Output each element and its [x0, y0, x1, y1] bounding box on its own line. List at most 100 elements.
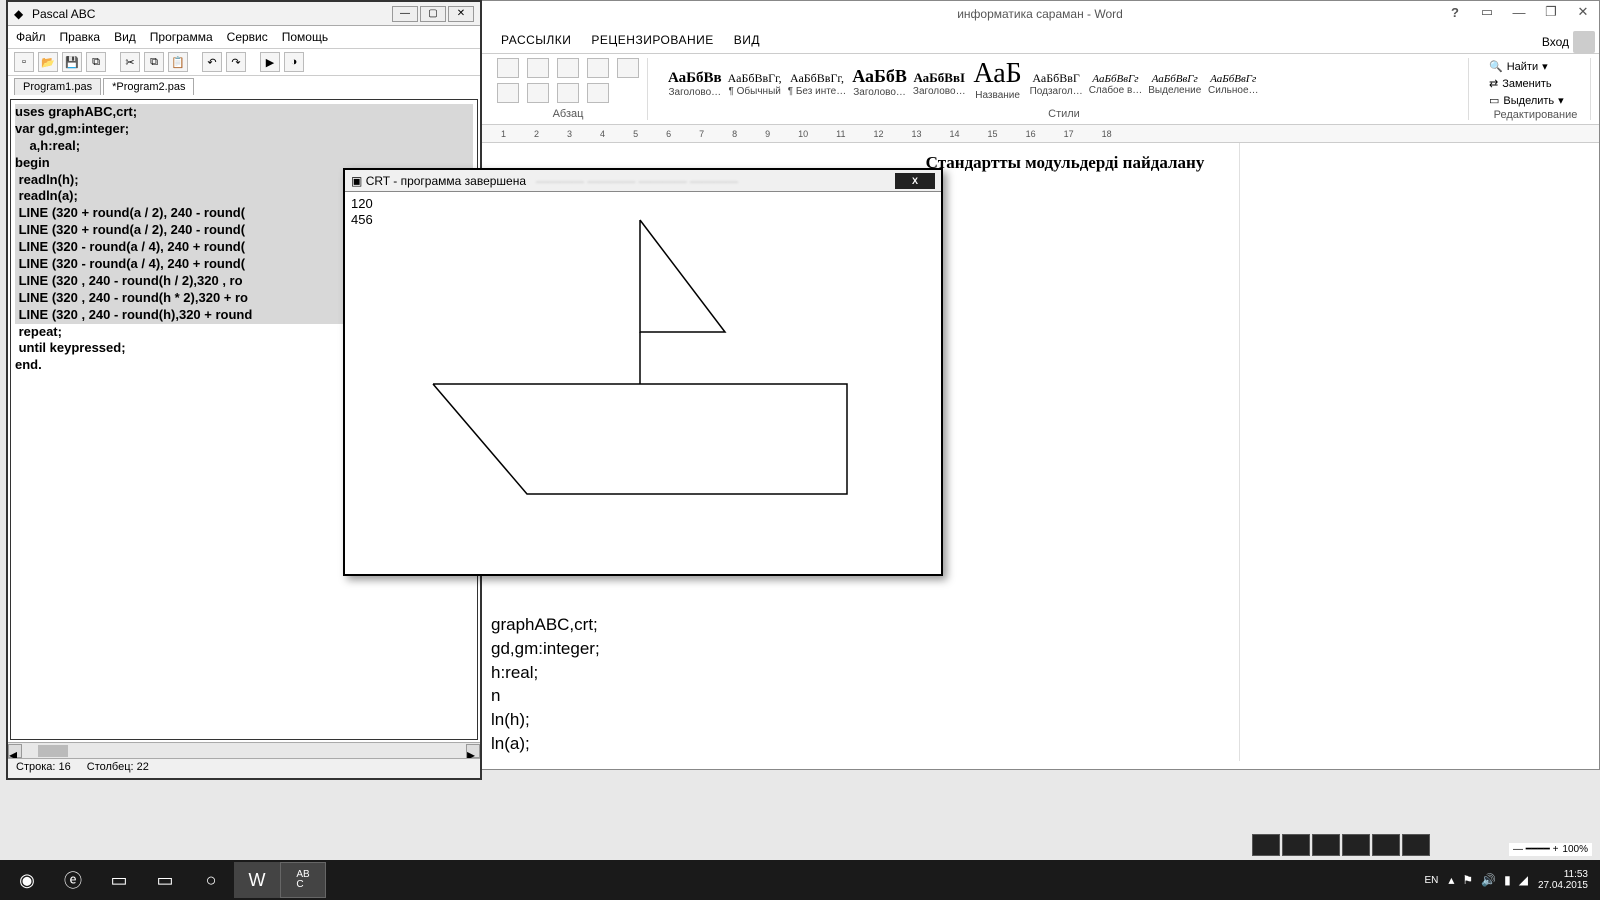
show-marks-icon[interactable] — [617, 58, 639, 78]
menu-item[interactable]: Файл — [16, 30, 46, 44]
horizontal-scrollbar[interactable]: ◂ ▸ — [8, 742, 480, 758]
file-tab-2[interactable]: *Program2.pas — [103, 78, 194, 95]
menu-item[interactable]: Вид — [114, 30, 136, 44]
file-tab-1[interactable]: Program1.pas — [14, 78, 101, 95]
find-button[interactable]: 🔍 Найти ▾ — [1489, 58, 1582, 75]
paragraph-group: Абзац — [489, 58, 648, 120]
style-option[interactable]: АаБбВвГгСлабое в… — [1089, 73, 1143, 96]
word-title: информатика сараман - Word — [957, 7, 1123, 21]
style-option[interactable]: АаБбВвГПодзагол… — [1030, 71, 1083, 97]
taskbar-thumbnails[interactable] — [1252, 834, 1430, 856]
redo-icon[interactable]: ↷ — [226, 52, 246, 72]
close-button[interactable]: X — [895, 173, 935, 189]
thumb-2[interactable] — [1282, 834, 1310, 856]
bullets-icon[interactable] — [497, 58, 519, 78]
minimize-icon[interactable]: — — [1507, 3, 1531, 21]
scroll-left-icon[interactable]: ◂ — [8, 744, 22, 758]
style-option[interactable]: АаБбВвГг,¶ Без инте… — [788, 71, 847, 97]
editing-group: 🔍 Найти ▾ ⇄ Заменить ▭ Выделить ▾ Редакт… — [1481, 58, 1591, 120]
explorer-icon[interactable]: ▭ — [96, 862, 142, 898]
cut-icon[interactable]: ✂ — [120, 52, 140, 72]
crt-app-icon: ▣ — [351, 174, 362, 188]
ruler[interactable]: 123456789101112131415161718 — [481, 125, 1599, 143]
tab-view[interactable]: ВИД — [734, 33, 760, 47]
pascal-title: Pascal ABC — [32, 7, 95, 21]
thumb-6[interactable] — [1402, 834, 1430, 856]
zoom-control[interactable]: — ━━━━ + 100% — [1509, 843, 1592, 856]
select-button[interactable]: ▭ Выделить ▾ — [1489, 92, 1582, 109]
action-center-icon[interactable]: ⚑ — [1462, 873, 1473, 887]
thumb-1[interactable] — [1252, 834, 1280, 856]
network-icon[interactable]: ▮ — [1504, 873, 1511, 887]
menu-item[interactable]: Сервис — [227, 30, 268, 44]
ribbon-display-icon[interactable]: ▭ — [1475, 3, 1499, 21]
tab-mailings[interactable]: РАССЫЛКИ — [501, 33, 571, 47]
word-login[interactable]: Вход — [1542, 31, 1595, 53]
thumb-5[interactable] — [1372, 834, 1400, 856]
maximize-icon[interactable]: ▢ — [420, 6, 446, 22]
paste-icon[interactable]: 📋 — [168, 52, 188, 72]
pascal-file-tabs: Program1.pas *Program2.pas — [8, 76, 480, 97]
style-option[interactable]: АаБбВвГгВыделение — [1148, 73, 1201, 96]
pascal-menu: Файл Правка Вид Программа Сервис Помощь — [8, 26, 480, 49]
copy-icon[interactable]: ⧉ — [144, 52, 164, 72]
avatar-icon — [1573, 31, 1595, 53]
volume-icon[interactable]: 🔊 — [1481, 873, 1496, 887]
scroll-right-icon[interactable]: ▸ — [466, 744, 480, 758]
scroll-thumb[interactable] — [38, 745, 68, 757]
tray-up-icon[interactable]: ▴ — [1448, 873, 1454, 887]
style-option[interactable]: АаБбВвIЗаголово… — [913, 70, 966, 97]
status-line: Строка: 16 — [16, 761, 71, 776]
word-taskbar-icon[interactable]: W — [234, 862, 280, 898]
thumb-3[interactable] — [1312, 834, 1340, 856]
styles-group: АаБбВвЗаголово…АаБбВвГг,¶ ОбычныйАаБбВвГ… — [660, 58, 1469, 120]
app-icon[interactable]: ○ — [188, 862, 234, 898]
word-ribbon-tabs: РАССЫЛКИ РЕЦЕНЗИРОВАНИЕ ВИД — [481, 27, 1599, 53]
run-icon[interactable]: ▶ — [260, 52, 280, 72]
pascal-titlebar[interactable]: ◆ Pascal ABC — ▢ ✕ — [8, 2, 480, 26]
replace-button[interactable]: ⇄ Заменить — [1489, 75, 1582, 92]
clock[interactable]: 11:53 27.04.2015 — [1538, 869, 1588, 891]
pascal-app-icon: ◆ — [14, 7, 28, 21]
crt-titlebar[interactable]: ▣ CRT - программа завершена ———— ———— ——… — [345, 170, 941, 192]
borders-icon[interactable] — [587, 83, 609, 103]
indent-right-icon[interactable] — [557, 58, 579, 78]
style-option[interactable]: АаБбВЗаголово… — [852, 66, 907, 98]
stop-icon[interactable]: ◑ — [284, 52, 304, 72]
indent-left-icon[interactable] — [527, 58, 549, 78]
ie-icon[interactable]: ⓔ — [50, 862, 96, 898]
ship-drawing — [345, 192, 941, 576]
crt-title: CRT - программа завершена — [366, 174, 526, 188]
thumb-4[interactable] — [1342, 834, 1370, 856]
close-icon[interactable]: ✕ — [448, 6, 474, 22]
pascal-taskbar-icon[interactable]: ABC — [280, 862, 326, 898]
line-spacing-icon[interactable] — [527, 83, 549, 103]
save-all-icon[interactable]: ⧉ — [86, 52, 106, 72]
close-icon[interactable]: ✕ — [1571, 3, 1595, 21]
crt-window: ▣ CRT - программа завершена ———— ———— ——… — [343, 168, 943, 576]
open-file-icon[interactable]: 📂 — [38, 52, 58, 72]
style-option[interactable]: АаБбВвГг,¶ Обычный — [728, 71, 782, 97]
crt-canvas: 120 456 — [345, 192, 941, 574]
menu-item[interactable]: Помощь — [282, 30, 328, 44]
undo-icon[interactable]: ↶ — [202, 52, 222, 72]
style-option[interactable]: АаБбВвЗаголово… — [668, 70, 722, 98]
wifi-icon[interactable]: ◢ — [1519, 873, 1528, 887]
new-file-icon[interactable]: ▫ — [14, 52, 34, 72]
store-icon[interactable]: ▭ — [142, 862, 188, 898]
shading-icon[interactable] — [557, 83, 579, 103]
tab-review[interactable]: РЕЦЕНЗИРОВАНИЕ — [591, 33, 713, 47]
style-option[interactable]: АаБбВвГгСильное… — [1207, 73, 1259, 96]
menu-item[interactable]: Программа — [150, 30, 213, 44]
maximize-icon[interactable]: ❐ — [1539, 3, 1563, 21]
save-icon[interactable]: 💾 — [62, 52, 82, 72]
style-option[interactable]: АаБНазвание — [972, 58, 1024, 101]
start-button[interactable]: ◉ — [4, 862, 50, 898]
minimize-icon[interactable]: — — [392, 6, 418, 22]
language-indicator[interactable]: EN — [1424, 875, 1438, 886]
sort-icon[interactable] — [587, 58, 609, 78]
status-col: Столбец: 22 — [87, 761, 149, 776]
help-icon[interactable]: ? — [1443, 3, 1467, 21]
menu-item[interactable]: Правка — [60, 30, 101, 44]
align-icon[interactable] — [497, 83, 519, 103]
